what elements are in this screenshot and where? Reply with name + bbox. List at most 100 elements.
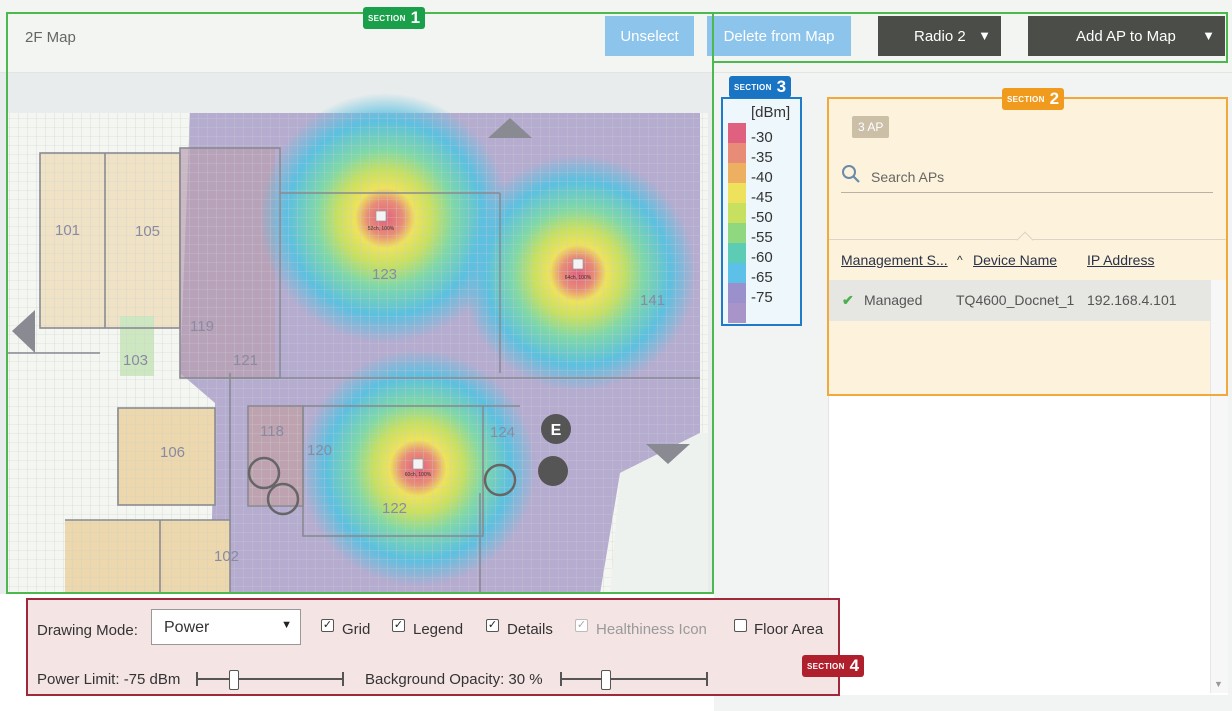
slider-track <box>196 678 344 680</box>
drawing-mode-value: Power <box>164 619 210 636</box>
delete-from-map-button[interactable]: Delete from Map <box>707 16 851 56</box>
grid-label: Grid <box>342 621 371 638</box>
drawing-mode-select[interactable]: Power ▼ <box>151 609 301 645</box>
legend-label: -75 <box>751 289 773 306</box>
room-label: 120 <box>307 442 332 459</box>
section-4-tag: SECTION 4 <box>802 655 865 677</box>
legend-swatch <box>728 263 746 283</box>
details-label: Details <box>507 621 553 638</box>
legend-label: -60 <box>751 249 773 266</box>
room-label: 101 <box>55 222 80 239</box>
legend-label: -55 <box>751 229 773 246</box>
elevator-label: E <box>551 422 562 439</box>
add-ap-to-map-dropdown[interactable]: Add AP to Map ▼ <box>1028 16 1225 56</box>
room-label: 106 <box>160 444 185 461</box>
legend-swatch <box>728 143 746 163</box>
section-2-tag: SECTION 2 <box>1002 88 1065 110</box>
floor-map[interactable]: E 101 105 103 119 121 123 141 106 118 12… <box>0 73 714 594</box>
grid-checkbox[interactable]: ✓ <box>321 619 334 632</box>
ap-detail-label: 64ch, 100% <box>565 275 592 281</box>
caret-down-icon: ▼ <box>978 28 991 43</box>
power-limit-slider[interactable] <box>196 670 344 690</box>
floor-area-label: Floor Area <box>754 621 824 638</box>
column-management-status[interactable]: Management S... <box>841 252 948 268</box>
scroll-down-icon[interactable]: ▼ <box>1214 679 1223 689</box>
caret-down-icon: ▼ <box>281 619 292 631</box>
room-label: 119 <box>190 318 214 335</box>
section-1-tag: SECTION 1 <box>363 7 426 29</box>
map-title: 2F Map <box>25 29 76 46</box>
legend-swatch <box>728 303 746 323</box>
section-tag-number: 3 <box>776 77 787 96</box>
legend-swatch <box>728 163 746 183</box>
sort-ascending-icon[interactable]: ^ <box>957 253 963 267</box>
radio-dropdown[interactable]: Radio 2 ▼ <box>878 16 1001 56</box>
power-limit-label: Power Limit: -75 dBm <box>37 671 181 688</box>
device-name-cell: TQ4600_Docnet_1 <box>956 292 1075 308</box>
column-device-name[interactable]: Device Name <box>973 252 1057 268</box>
legend-swatch <box>728 283 746 303</box>
section-tag-word: SECTION <box>734 82 772 92</box>
room-label: 122 <box>382 500 407 517</box>
ap-list-panel <box>828 98 1228 395</box>
legend-swatch <box>728 223 746 243</box>
slider-end <box>560 672 562 686</box>
room-label: 102 <box>214 548 239 565</box>
floor-area-checkbox[interactable] <box>734 619 747 632</box>
legend-label: -50 <box>751 209 773 226</box>
section-tag-word: SECTION <box>368 13 406 23</box>
ap-count-badge: 3 AP <box>852 116 890 138</box>
slider-track <box>560 678 708 680</box>
healthiness-label: Healthiness Icon <box>596 621 707 638</box>
section-tag-number: 1 <box>410 8 421 27</box>
slider-thumb[interactable] <box>229 670 239 690</box>
drawing-mode-label: Drawing Mode: <box>37 622 138 639</box>
legend-label: -40 <box>751 169 773 186</box>
room-label: 105 <box>135 223 160 240</box>
legend-swatch <box>728 243 746 263</box>
ap-detail-label: 52ch, 100% <box>368 226 395 232</box>
legend-checkbox[interactable]: ✓ <box>392 619 405 632</box>
signal-legend: [dBm] -30 -35 -40 -45 -50 -55 -60 -65 -75 <box>722 98 801 325</box>
room-label: 118 <box>260 423 284 440</box>
legend-swatch <box>728 183 746 203</box>
legend-label: -45 <box>751 189 773 206</box>
legend-label: -65 <box>751 269 773 286</box>
background-opacity-slider[interactable] <box>560 670 708 690</box>
ap-search[interactable] <box>841 163 1213 193</box>
section-tag-number: 2 <box>1049 89 1060 108</box>
room-label: 121 <box>233 352 258 369</box>
details-checkbox[interactable]: ✓ <box>486 619 499 632</box>
slider-end <box>196 672 198 686</box>
check-icon: ✔ <box>842 292 854 308</box>
ip-address-cell: 192.168.4.101 <box>1087 292 1177 308</box>
ap-detail-label: 60ch, 100% <box>405 472 432 478</box>
column-ip-address[interactable]: IP Address <box>1087 252 1154 268</box>
caret-down-icon: ▼ <box>1202 28 1215 43</box>
legend-label: -35 <box>751 149 773 166</box>
room-label: 123 <box>372 266 397 283</box>
search-input[interactable] <box>871 167 1201 187</box>
background-opacity-label: Background Opacity: 30 % <box>365 671 543 688</box>
slider-thumb[interactable] <box>601 670 611 690</box>
legend-label: -30 <box>751 129 773 146</box>
ap-list-empty-area <box>828 395 1228 695</box>
room-label: 103 <box>123 352 148 369</box>
unselect-button[interactable]: Unselect <box>605 16 694 56</box>
healthiness-checkbox: ✓ <box>575 619 588 632</box>
section-tag-number: 4 <box>849 656 860 675</box>
slider-end <box>706 672 708 686</box>
room-label: 141 <box>640 292 665 309</box>
legend-unit: [dBm] <box>751 104 791 121</box>
floor-plan-canvas[interactable]: E 101 105 103 119 121 123 141 106 118 12… <box>0 73 714 594</box>
legend-label: Legend <box>413 621 464 638</box>
slider-end <box>342 672 344 686</box>
legend-swatch <box>728 123 746 143</box>
scrollbar[interactable] <box>1210 280 1228 693</box>
section-tag-word: SECTION <box>1007 94 1045 104</box>
room-label: 124 <box>490 424 515 441</box>
status-cell: Managed <box>864 292 923 308</box>
section-tag-word: SECTION <box>807 661 845 671</box>
radio-label: Radio 2 <box>914 27 966 45</box>
section-3-tag: SECTION 3 <box>729 76 792 98</box>
